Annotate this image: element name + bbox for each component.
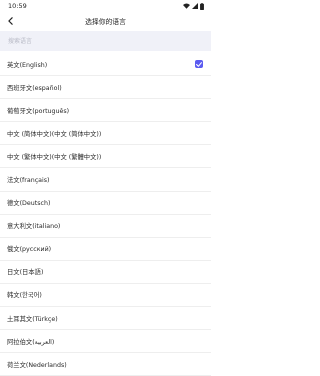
status-icons: [183, 2, 204, 10]
language-item[interactable]: 中文 (繁体中文)(中文 (繁體中文)): [0, 145, 211, 169]
language-item[interactable]: 法文(français): [0, 168, 211, 192]
language-label: 日文(日本語): [7, 269, 44, 277]
language-label: 西班牙文(español): [7, 84, 62, 92]
language-label: 德文(Deutsch): [7, 200, 51, 208]
language-item[interactable]: 阿拉伯文(العربية): [0, 330, 211, 354]
status-bar: 10:59: [0, 0, 211, 12]
checkmark-icon: [195, 60, 203, 68]
header: 选择你的语言: [0, 12, 211, 30]
language-label: 中文 (简体中文)(中文 (简体中文)): [7, 130, 102, 138]
language-item[interactable]: 德文(Deutsch): [0, 192, 211, 215]
language-label: 阿拉伯文(العربية): [7, 338, 55, 346]
language-label: 葡萄牙文(português): [7, 107, 70, 115]
language-item[interactable]: 俄文(русский): [0, 238, 211, 261]
status-time: 10:59: [8, 2, 27, 10]
signal-icon: [192, 3, 198, 9]
language-label: 法文(français): [7, 177, 50, 185]
language-item[interactable]: 西班牙文(español): [0, 76, 211, 100]
search-input[interactable]: [8, 35, 203, 48]
language-item[interactable]: 日文(日本語): [0, 261, 211, 284]
language-item[interactable]: 荷兰文(Nederlands): [0, 353, 211, 376]
language-item[interactable]: 中文 (简体中文)(中文 (简体中文)): [0, 122, 211, 146]
language-label: 荷兰文(Nederlands): [7, 361, 67, 369]
back-arrow-icon: [7, 17, 13, 25]
language-item[interactable]: 英文(English): [0, 53, 211, 77]
language-list: 英文(English) 西班牙文(español) 葡萄牙文(português) 中…: [0, 53, 211, 376]
language-label: 韩文(한국어): [7, 292, 42, 300]
wifi-icon: [183, 3, 190, 9]
language-item[interactable]: 韩文(한국어): [0, 284, 211, 308]
back-button[interactable]: [4, 15, 16, 27]
language-item[interactable]: 葡萄牙文(português): [0, 99, 211, 123]
battery-icon: [200, 2, 204, 10]
language-item[interactable]: 意大利文(italiano): [0, 215, 211, 238]
language-label: 英文(English): [7, 61, 48, 69]
language-label: 意大利文(italiano): [7, 223, 61, 231]
language-label: 土耳其文(Türkçe): [7, 315, 58, 323]
language-label: 中文 (繁体中文)(中文 (繁體中文)): [7, 153, 102, 161]
language-item[interactable]: 土耳其文(Türkçe): [0, 307, 211, 331]
page-title: 选择你的语言: [85, 18, 126, 26]
language-label: 俄文(русский): [7, 246, 52, 254]
search-bar: [0, 31, 211, 51]
